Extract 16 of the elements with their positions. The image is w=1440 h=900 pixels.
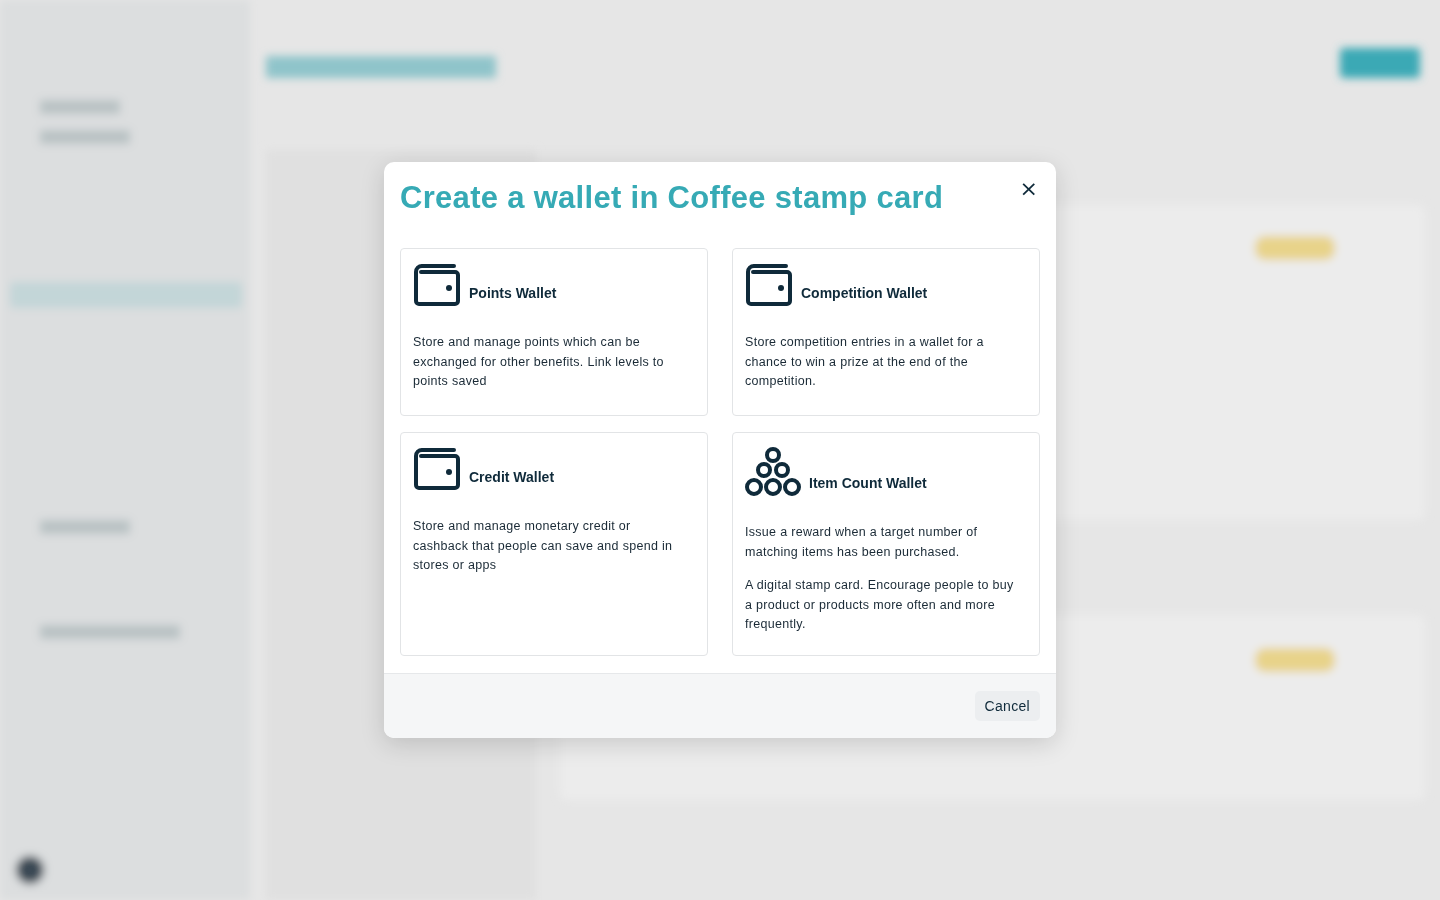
wallet-name: Credit Wallet [469, 469, 555, 487]
wallet-description: Store and manage points which can be exchanged for other benefits. Link levels to points saved [413, 334, 665, 390]
wallet-option-card[interactable]: Competition Wallet Store competition entries in a wallet for a chance to win a prize at the end of the competition. [732, 248, 1040, 416]
wallet-name: Competition Wallet [801, 285, 928, 303]
wallet-description: Issue a reward when a target number of matching items has been purchased. [745, 524, 979, 561]
close-button[interactable]: × [1017, 178, 1040, 200]
dialog-title: Create a wallet in Coffee stamp card [400, 179, 944, 217]
wallet-description: Store and manage monetary credit or cashback that people can save and spend in stores or apps [413, 518, 674, 574]
wallet-name: Points Wallet [469, 285, 557, 303]
wallet-description: Store competition entries in a wallet for a chance to win a prize at the end of the competition. [745, 334, 985, 390]
cancel-button[interactable]: Cancel [974, 691, 1040, 721]
wallet-option-card[interactable]: Credit Wallet Store and manage monetary credit or cashback that people can save and spend in stores or apps [400, 432, 708, 656]
wallet-name: Item Count Wallet [809, 475, 927, 493]
wallet-option-card[interactable]: Item Count Wallet Issue a reward when a target number of matching items has been purchased. A digital stamp card. Encourage people to buy a product or products more often and more frequently. [732, 432, 1040, 656]
wallet-description: A digital stamp card. Encourage people to buy a product or products more often and more frequently. [745, 577, 1015, 633]
wallet-option-card[interactable]: Points Wallet Store and manage points which can be exchanged for other benefits. Link levels to points saved [400, 248, 708, 416]
